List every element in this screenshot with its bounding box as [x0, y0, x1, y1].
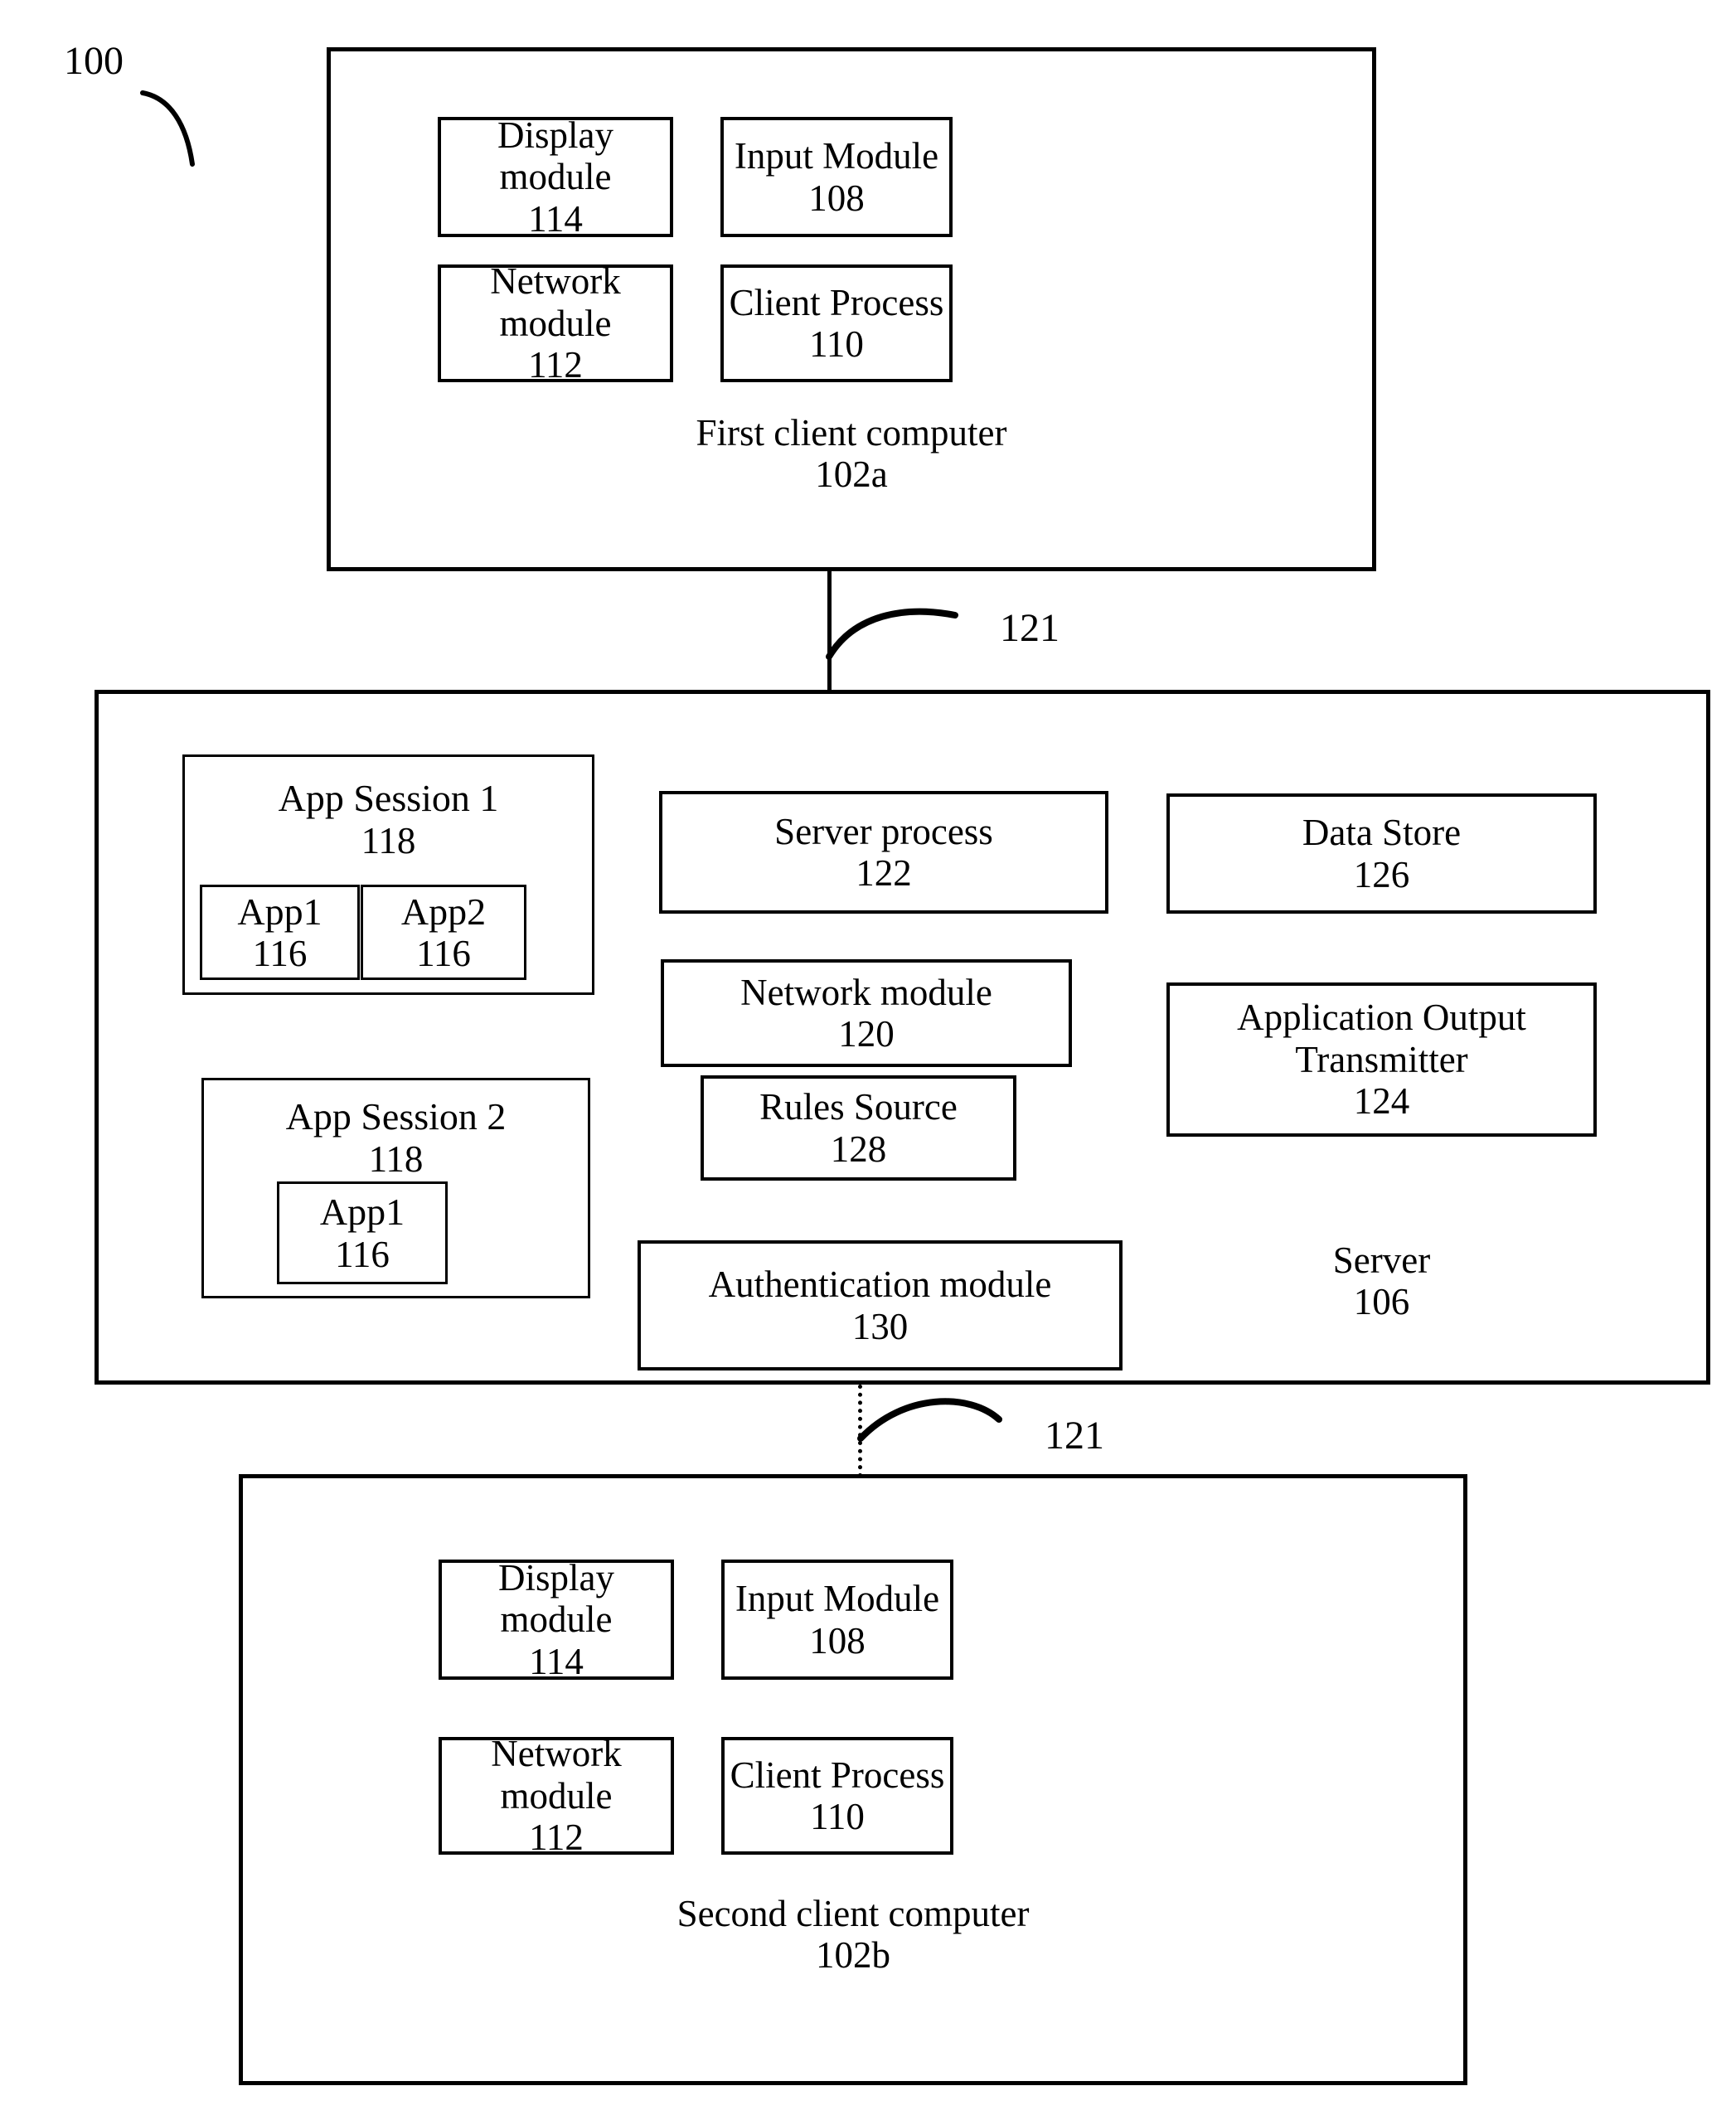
- first-client-display-module-label: Display module: [497, 114, 613, 198]
- first-client-network-module-label: Network module: [490, 260, 621, 344]
- first-client-ref: 102a: [815, 454, 888, 495]
- server-network-module-label: Network module: [740, 971, 992, 1013]
- first-client-network-module-box[interactable]: Network module 112: [438, 260, 673, 386]
- server-process-ref: 122: [856, 852, 912, 894]
- data-store-box[interactable]: Data Store 126: [1166, 793, 1597, 914]
- second-client-display-module-box[interactable]: Display module 114: [439, 1556, 674, 1682]
- link-121-top-label-block: 121: [972, 604, 1088, 653]
- app-session-2-label: App Session 2: [285, 1095, 507, 1138]
- server-process-box[interactable]: Server process 122: [659, 791, 1108, 914]
- link-121-bottom-label-block: 121: [1016, 1411, 1132, 1461]
- first-client-display-module-box[interactable]: Display module 114: [438, 114, 673, 240]
- figure-reference-label: 100: [64, 39, 124, 84]
- second-client-network-module-label: Network module: [491, 1733, 622, 1817]
- second-client-input-module-label: Input Module: [735, 1578, 940, 1620]
- app-session-1-ref: 118: [361, 819, 416, 861]
- second-client-input-module-ref: 108: [809, 1619, 866, 1662]
- second-client-input-module-box[interactable]: Input Module 108: [721, 1560, 953, 1680]
- first-client-network-module-ref: 112: [528, 344, 583, 386]
- app-session-1-app2-label: App2: [400, 890, 487, 933]
- server-title: Server: [1332, 1239, 1431, 1281]
- second-client-client-process-label: Client Process: [730, 1754, 945, 1796]
- first-client-display-module-ref: 114: [528, 197, 583, 240]
- rules-source-label: Rules Source: [759, 1086, 958, 1128]
- app-session-1-app1-ref: 116: [252, 933, 308, 975]
- second-client-network-module-box[interactable]: Network module 112: [439, 1733, 674, 1859]
- app-session-1-app2-box[interactable]: App2 116: [361, 885, 526, 980]
- app-session-1-app2-ref: 116: [416, 933, 471, 975]
- link-121-top-label: 121: [1000, 606, 1060, 651]
- app-session-2-app1-ref: 116: [335, 1233, 390, 1275]
- link-121-bottom-label: 121: [1045, 1414, 1104, 1458]
- patent-figure: 100 Display module 114 Input Module 108 …: [0, 0, 1736, 2120]
- first-client-caption: First client computer 102a: [331, 404, 1372, 503]
- first-client-computer-box: Display module 114 Input Module 108 Netw…: [327, 47, 1376, 571]
- first-client-client-process-ref: 110: [809, 323, 864, 365]
- second-client-client-process-box[interactable]: Client Process 110: [721, 1737, 953, 1855]
- rules-source-ref: 128: [830, 1128, 887, 1170]
- server-ref: 106: [1353, 1281, 1410, 1322]
- second-client-client-process-ref: 110: [810, 1796, 865, 1837]
- application-output-transmitter-label-line1: Application Output: [1237, 997, 1526, 1039]
- first-client-input-module-label: Input Module: [734, 135, 939, 177]
- second-client-display-module-ref: 114: [529, 1640, 584, 1682]
- first-client-title: First client computer: [696, 411, 1007, 454]
- second-client-ref: 102b: [816, 1934, 890, 1976]
- application-output-transmitter-ref: 124: [1353, 1080, 1410, 1123]
- app-session-2-ref: 118: [368, 1138, 424, 1180]
- first-client-input-module-box[interactable]: Input Module 108: [720, 117, 953, 237]
- data-store-label: Data Store: [1302, 812, 1462, 854]
- app-session-1-box[interactable]: App Session 1 118 App1 116 App2 116: [182, 754, 594, 995]
- second-client-computer-box: Display module 114 Input Module 108 Netw…: [239, 1474, 1467, 2085]
- link-first-client-to-server: [827, 571, 832, 690]
- leader-arc-121-bottom: [857, 1398, 1002, 1442]
- application-output-transmitter-box[interactable]: Application Output Transmitter 124: [1166, 982, 1597, 1137]
- server-caption: Server 106: [1166, 1231, 1597, 1331]
- data-store-ref: 126: [1353, 853, 1410, 895]
- server-network-module-box[interactable]: Network module 120: [661, 959, 1072, 1067]
- app-session-2-app1-box[interactable]: App1 116: [277, 1181, 448, 1284]
- second-client-caption: Second client computer 102b: [243, 1885, 1463, 1984]
- authentication-module-label: Authentication module: [708, 1264, 1052, 1306]
- rules-source-box[interactable]: Rules Source 128: [701, 1075, 1016, 1181]
- app-session-2-box[interactable]: App Session 2 118 App1 116: [201, 1078, 590, 1298]
- server-box: App Session 1 118 App1 116 App2 116 App …: [95, 690, 1710, 1385]
- link-server-to-second-client: [858, 1385, 862, 1477]
- app-session-2-app1-label: App1: [319, 1191, 405, 1234]
- first-client-client-process-label: Client Process: [729, 281, 944, 323]
- second-client-network-module-ref: 112: [529, 1817, 584, 1859]
- server-network-module-ref: 120: [838, 1013, 895, 1055]
- figure-reference-100: 100: [23, 35, 164, 88]
- second-client-title: Second client computer: [676, 1892, 1030, 1934]
- authentication-module-ref: 130: [851, 1305, 909, 1347]
- application-output-transmitter-label-line2: Transmitter: [1295, 1038, 1468, 1080]
- second-client-display-module-label: Display module: [498, 1556, 614, 1641]
- app-session-1-app1-label: App1: [237, 890, 322, 933]
- server-process-label: Server process: [774, 810, 993, 852]
- app-session-1-app1-box[interactable]: App1 116: [200, 885, 360, 980]
- authentication-module-box[interactable]: Authentication module 130: [638, 1240, 1123, 1370]
- leader-line-100: [140, 90, 195, 167]
- first-client-client-process-box[interactable]: Client Process 110: [720, 264, 953, 382]
- app-session-1-label: App Session 1: [278, 777, 499, 819]
- leader-arc-121-top: [826, 608, 958, 660]
- first-client-input-module-ref: 108: [808, 177, 865, 219]
